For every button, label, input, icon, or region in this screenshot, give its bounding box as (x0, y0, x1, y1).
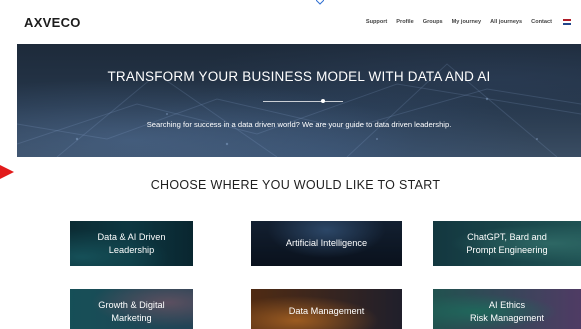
card-artificial-intelligence[interactable]: Artificial Intelligence (251, 221, 402, 266)
nav-item-contact[interactable]: Contact (531, 19, 552, 25)
red-arrow-icon (0, 165, 14, 179)
card-label: Data & AI Driven Leadership (98, 231, 166, 257)
hero-banner: TRANSFORM YOUR BUSINESS MODEL WITH DATA … (17, 44, 581, 157)
nav-item-my-journey[interactable]: My journey (452, 19, 482, 25)
card-growth-digital-marketing[interactable]: Growth & Digital Marketing (70, 289, 193, 329)
card-label: Growth & Digital Marketing (98, 299, 164, 325)
hero-divider (263, 101, 343, 102)
hero-divider-dot (321, 99, 325, 103)
page: AXVECO Support Profile Groups My journey… (0, 0, 581, 329)
nav-item-groups[interactable]: Groups (423, 19, 443, 25)
card-label-line2: Prompt Engineering (466, 244, 548, 255)
card-data-ai-driven-leadership[interactable]: Data & AI Driven Leadership (70, 221, 193, 266)
card-label: ChatGPT, Bard and Prompt Engineering (466, 231, 547, 257)
card-label: Artificial Intelligence (285, 238, 368, 248)
card-label-line1: AI Ethics (488, 299, 526, 310)
chevron-down-icon (315, 0, 325, 5)
hero-subtitle: Searching for success in a data driven w… (146, 120, 452, 129)
main-nav: Support Profile Groups My journey All jo… (366, 19, 571, 25)
card-label-line2: Marketing (111, 312, 152, 323)
card-data-management[interactable]: Data Management (251, 289, 402, 329)
card-label-line2: Leadership (108, 244, 155, 255)
card-label-line1: ChatGPT, Bard and (467, 231, 547, 242)
card-label: Data Management (288, 306, 365, 316)
nav-item-support[interactable]: Support (366, 19, 387, 25)
card-label-line1: Growth & Digital (98, 299, 165, 310)
nav-item-profile[interactable]: Profile (396, 19, 413, 25)
hero-title: TRANSFORM YOUR BUSINESS MODEL WITH DATA … (107, 69, 491, 84)
header: AXVECO Support Profile Groups My journey… (0, 0, 581, 44)
logo[interactable]: AXVECO (24, 15, 81, 30)
nav-item-all-journeys[interactable]: All journeys (490, 19, 522, 25)
card-ai-ethics-risk-management[interactable]: AI Ethics Risk Management (433, 289, 581, 329)
dutch-flag-icon[interactable] (563, 19, 571, 25)
card-label-line1: Data & AI Driven (97, 231, 166, 242)
card-label-line2: Risk Management (469, 312, 545, 323)
card-chatgpt-bard-prompt-engineering[interactable]: ChatGPT, Bard and Prompt Engineering (433, 221, 581, 266)
section-title: CHOOSE WHERE YOU WOULD LIKE TO START (150, 178, 441, 192)
card-label: AI Ethics Risk Management (470, 299, 544, 325)
